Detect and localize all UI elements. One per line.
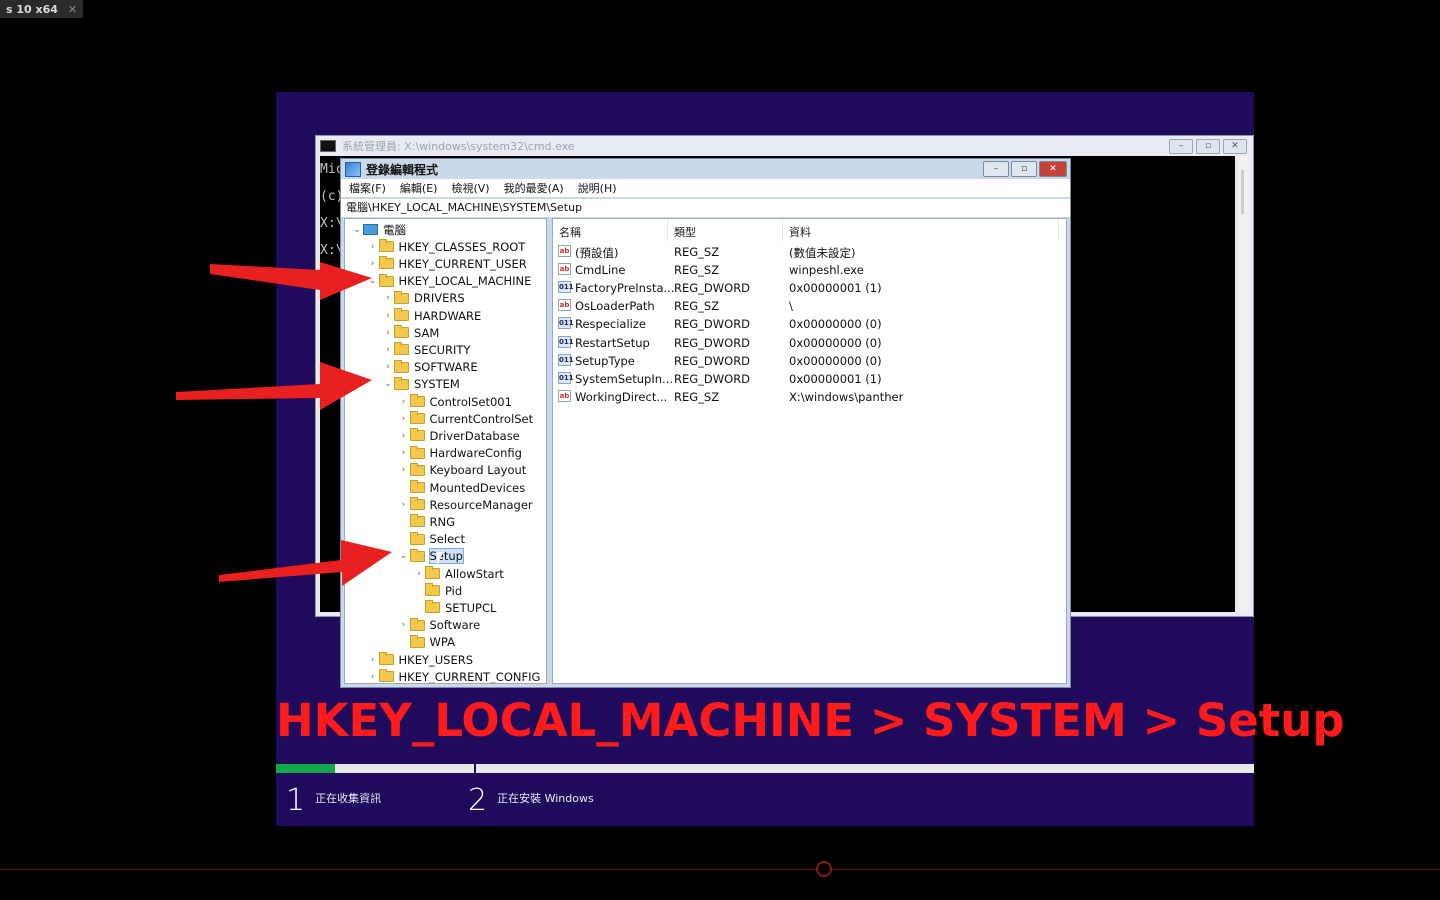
video-seek-bar[interactable] — [0, 869, 1440, 870]
arrow-hklm — [210, 262, 372, 300]
arrow-system — [176, 362, 372, 410]
close-icon[interactable]: ✕ — [68, 3, 77, 16]
step-label: 正在安裝 Windows — [497, 792, 594, 805]
progress-fill — [276, 764, 335, 773]
setup-progress-bar — [276, 764, 1254, 773]
progress-divider — [474, 764, 476, 773]
seek-handle[interactable] — [816, 861, 832, 877]
vm-tab-label: s 10 x64 — [6, 2, 58, 16]
step-number: 2 — [468, 783, 488, 818]
setup-step-1: 1 正在收集資訊 — [286, 786, 381, 816]
step-number: 1 — [286, 783, 306, 818]
setup-step-2: 2 正在安裝 Windows — [468, 786, 594, 816]
arrow-setup — [219, 540, 392, 586]
path-caption: HKEY_LOCAL_MACHINE > SYSTEM > Setup — [276, 694, 1345, 747]
vm-tab[interactable]: s 10 x64 ✕ — [0, 0, 84, 18]
mouse-cursor — [437, 552, 443, 566]
step-label: 正在收集資訊 — [315, 792, 382, 805]
